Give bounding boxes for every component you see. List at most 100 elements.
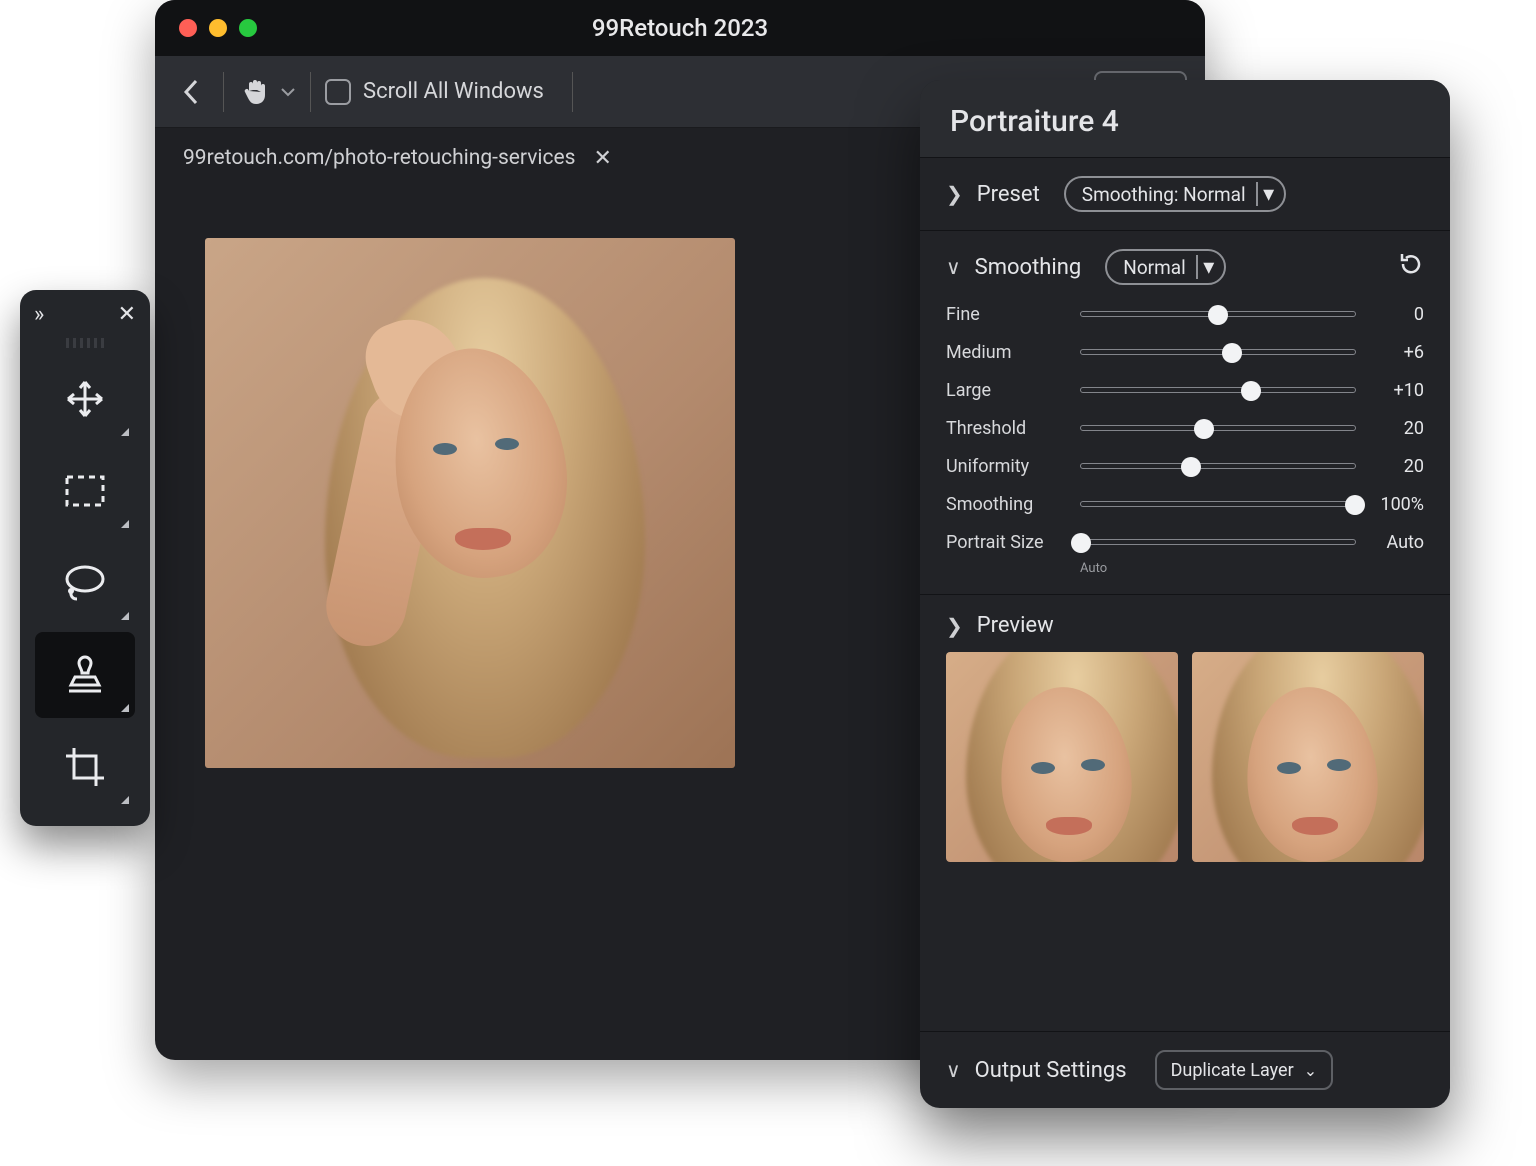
slider-label: Smoothing (946, 494, 1066, 515)
tool-palette: » ✕ (20, 290, 150, 826)
slider-row-portrait-size: Portrait Size Auto (946, 527, 1424, 557)
slider-label: Medium (946, 342, 1066, 363)
stamp-icon (61, 651, 109, 699)
lasso-tool[interactable] (35, 540, 135, 626)
checkbox-icon (325, 79, 351, 105)
slider-row-large: Large+10 (946, 375, 1424, 405)
output-toggle[interactable]: ∨ (946, 1058, 961, 1082)
smoothing-label: Smoothing (975, 255, 1082, 280)
slider-row-uniformity: Uniformity 20 (946, 451, 1424, 481)
slider-label: Large (946, 380, 1066, 401)
chevron-down-icon: ▾ (1196, 255, 1220, 279)
slider-track[interactable] (1080, 349, 1356, 355)
slider-value: Auto (1370, 532, 1424, 553)
move-icon (62, 376, 108, 422)
close-tab-button[interactable]: ✕ (593, 146, 611, 171)
crop-icon (62, 744, 108, 790)
chevron-down-icon: ⌄ (1304, 1061, 1317, 1080)
expand-palette-button[interactable]: » (34, 302, 44, 327)
slider-value: 20 (1370, 456, 1424, 477)
slider-sublabel: Auto (1080, 561, 1424, 576)
slider-thumb[interactable] (1194, 419, 1214, 439)
preview-label: Preview (977, 613, 1054, 638)
document-tab-label: 99retouch.com/photo-retouching-services (183, 146, 575, 170)
smoothing-section: ∨ Smoothing Normal ▾ Fine 0 Medium +6 Large+… (920, 230, 1450, 594)
tool-flyout-icon (121, 428, 129, 436)
tool-flyout-icon (121, 520, 129, 528)
preset-select[interactable]: Smoothing: Normal ▾ (1064, 176, 1286, 212)
preset-section: ❯ Preset Smoothing: Normal ▾ (920, 157, 1450, 230)
panel-title: Portraiture 4 (920, 80, 1450, 157)
tool-flyout-icon (121, 796, 129, 804)
smoothing-toggle[interactable]: ∨ (946, 255, 961, 279)
slider-thumb[interactable] (1071, 533, 1091, 553)
slider-value: +6 (1370, 342, 1424, 363)
scroll-all-windows-label: Scroll All Windows (363, 79, 544, 104)
output-select[interactable]: Duplicate Layer ⌄ (1155, 1050, 1334, 1090)
slider-thumb[interactable] (1345, 495, 1365, 515)
preset-value: Smoothing: Normal (1082, 183, 1246, 206)
tool-flyout-icon (121, 704, 129, 712)
output-settings-section: ∨ Output Settings Duplicate Layer ⌄ (920, 1031, 1450, 1108)
crop-tool[interactable] (35, 724, 135, 810)
slider-value: 20 (1370, 418, 1424, 439)
palette-header: » ✕ (20, 290, 150, 338)
preview-before-image[interactable] (946, 652, 1178, 862)
hand-tool-button[interactable] (238, 75, 296, 109)
titlebar: 99Retouch 2023 (155, 0, 1205, 56)
chevron-down-icon (280, 86, 296, 98)
slider-value: 100% (1370, 494, 1424, 515)
divider (223, 72, 224, 112)
tool-flyout-icon (121, 612, 129, 620)
preview-after-image[interactable] (1192, 652, 1424, 862)
back-button[interactable] (173, 68, 209, 116)
portraiture-panel: Portraiture 4 ❯ Preset Smoothing: Normal… (920, 80, 1450, 1108)
preview-section: ❯ Preview (920, 594, 1450, 880)
traffic-lights (179, 19, 257, 37)
output-label: Output Settings (975, 1058, 1127, 1083)
slider-thumb[interactable] (1222, 343, 1242, 363)
slider-row-threshold: Threshold 20 (946, 413, 1424, 443)
marquee-tool[interactable] (35, 448, 135, 534)
slider-thumb[interactable] (1208, 305, 1228, 325)
smoothing-mode-value: Normal (1123, 256, 1185, 279)
slider-track[interactable] (1080, 387, 1356, 393)
reset-button[interactable] (1398, 251, 1424, 283)
move-tool[interactable] (35, 356, 135, 442)
slider-label: Uniformity (946, 456, 1066, 477)
divider (572, 72, 573, 112)
slider-label: Threshold (946, 418, 1066, 439)
zoom-window-button[interactable] (239, 19, 257, 37)
smoothing-sliders: Fine0Medium+6Large+10Threshold20Uniformi… (946, 299, 1424, 576)
slider-row-medium: Medium +6 (946, 337, 1424, 367)
slider-track[interactable] (1080, 463, 1356, 469)
slider-track[interactable] (1080, 501, 1356, 507)
canvas-image[interactable] (205, 238, 735, 768)
reset-icon (1398, 251, 1424, 277)
lasso-icon (61, 561, 109, 605)
close-window-button[interactable] (179, 19, 197, 37)
slider-track[interactable] (1080, 425, 1356, 431)
preset-toggle[interactable]: ❯ (946, 182, 963, 206)
slider-row-smoothing: Smoothing 100% (946, 489, 1424, 519)
palette-grip[interactable] (20, 338, 150, 348)
chevron-left-icon (180, 77, 202, 107)
window-title: 99Retouch 2023 (155, 14, 1205, 42)
divider (310, 72, 311, 112)
preview-toggle[interactable]: ❯ (946, 614, 963, 638)
hand-icon (238, 75, 272, 109)
slider-track[interactable] (1080, 539, 1356, 545)
scroll-all-windows-checkbox[interactable]: Scroll All Windows (325, 79, 544, 105)
slider-thumb[interactable] (1241, 381, 1261, 401)
clone-stamp-tool[interactable] (35, 632, 135, 718)
smoothing-mode-select[interactable]: Normal ▾ (1105, 249, 1225, 285)
slider-track[interactable] (1080, 311, 1356, 317)
close-palette-button[interactable]: ✕ (118, 302, 136, 327)
slider-thumb[interactable] (1181, 457, 1201, 477)
slider-label: Fine (946, 304, 1066, 325)
slider-row-fine: Fine 0 (946, 299, 1424, 329)
chevron-down-icon: ▾ (1256, 182, 1280, 206)
slider-value: 0 (1370, 304, 1424, 325)
slider-label: Portrait Size (946, 532, 1066, 553)
minimize-window-button[interactable] (209, 19, 227, 37)
